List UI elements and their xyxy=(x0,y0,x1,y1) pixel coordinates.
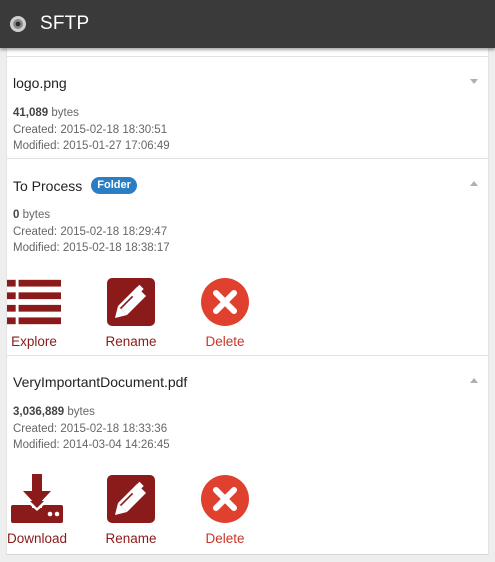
pencil-icon xyxy=(104,277,158,327)
chevron-up-icon[interactable] xyxy=(470,181,478,186)
rename-button[interactable]: Rename xyxy=(104,277,158,353)
file-name: VeryImportantDocument.pdf xyxy=(13,374,188,390)
file-size: 0 xyxy=(13,209,20,221)
explore-button[interactable]: Explore xyxy=(7,277,61,353)
chevron-down-icon[interactable] xyxy=(470,79,478,84)
file-item-logo[interactable]: logo.png 41,089 bytes Created: 2015-02-1… xyxy=(7,56,488,157)
rename-label: Rename xyxy=(105,531,157,546)
delete-icon xyxy=(198,277,252,327)
delete-label: Delete xyxy=(205,334,245,349)
delete-button[interactable]: Delete xyxy=(198,277,252,353)
pencil-icon xyxy=(104,474,158,524)
download-label: Download xyxy=(7,531,68,546)
file-meta: 3,036,889 bytes Created: 2015-02-18 18:3… xyxy=(13,406,170,451)
created-date: 2015-02-18 18:30:51 xyxy=(60,123,168,136)
file-item-to-process[interactable]: To Process Folder 0 bytes Created: 2015-… xyxy=(7,158,488,354)
explore-label: Explore xyxy=(11,334,57,349)
created-date: 2015-02-18 18:29:47 xyxy=(60,225,168,238)
rename-button[interactable]: Rename xyxy=(104,474,158,550)
action-row: Explore Rename Delete xyxy=(7,277,488,353)
modified-date: 2015-01-27 17:06:49 xyxy=(62,140,170,152)
modified-date: 2015-02-18 18:38:17 xyxy=(62,242,170,254)
folder-badge: Folder xyxy=(91,177,137,194)
file-meta: 0 bytes Created: 2015-02-18 18:29:47 Mod… xyxy=(13,209,170,254)
file-size: 3,036,889 xyxy=(13,406,65,418)
rename-label: Rename xyxy=(105,334,157,349)
disc-icon xyxy=(8,14,28,34)
file-size: 41,089 xyxy=(13,107,49,119)
file-meta: 41,089 bytes Created: 2015-02-18 18:30:5… xyxy=(13,107,170,152)
download-icon xyxy=(10,474,64,524)
delete-label: Delete xyxy=(205,531,245,546)
delete-icon xyxy=(198,474,252,524)
file-item-document[interactable]: VeryImportantDocument.pdf 3,036,889 byte… xyxy=(7,355,488,554)
chevron-up-icon[interactable] xyxy=(470,378,478,383)
app-title: SFTP xyxy=(40,13,90,34)
delete-button[interactable]: Delete xyxy=(198,474,252,550)
file-list: logo.png 41,089 bytes Created: 2015-02-1… xyxy=(6,48,489,555)
title-bar: SFTP xyxy=(0,0,495,48)
file-name: logo.png xyxy=(13,75,67,91)
action-row: Download Rename Delete xyxy=(7,474,488,550)
download-button[interactable]: Download xyxy=(7,474,67,550)
file-name: To Process Folder xyxy=(13,177,137,194)
created-date: 2015-02-18 18:33:36 xyxy=(60,422,168,435)
list-icon xyxy=(7,277,61,327)
modified-date: 2014-03-04 14:26:45 xyxy=(62,439,170,451)
